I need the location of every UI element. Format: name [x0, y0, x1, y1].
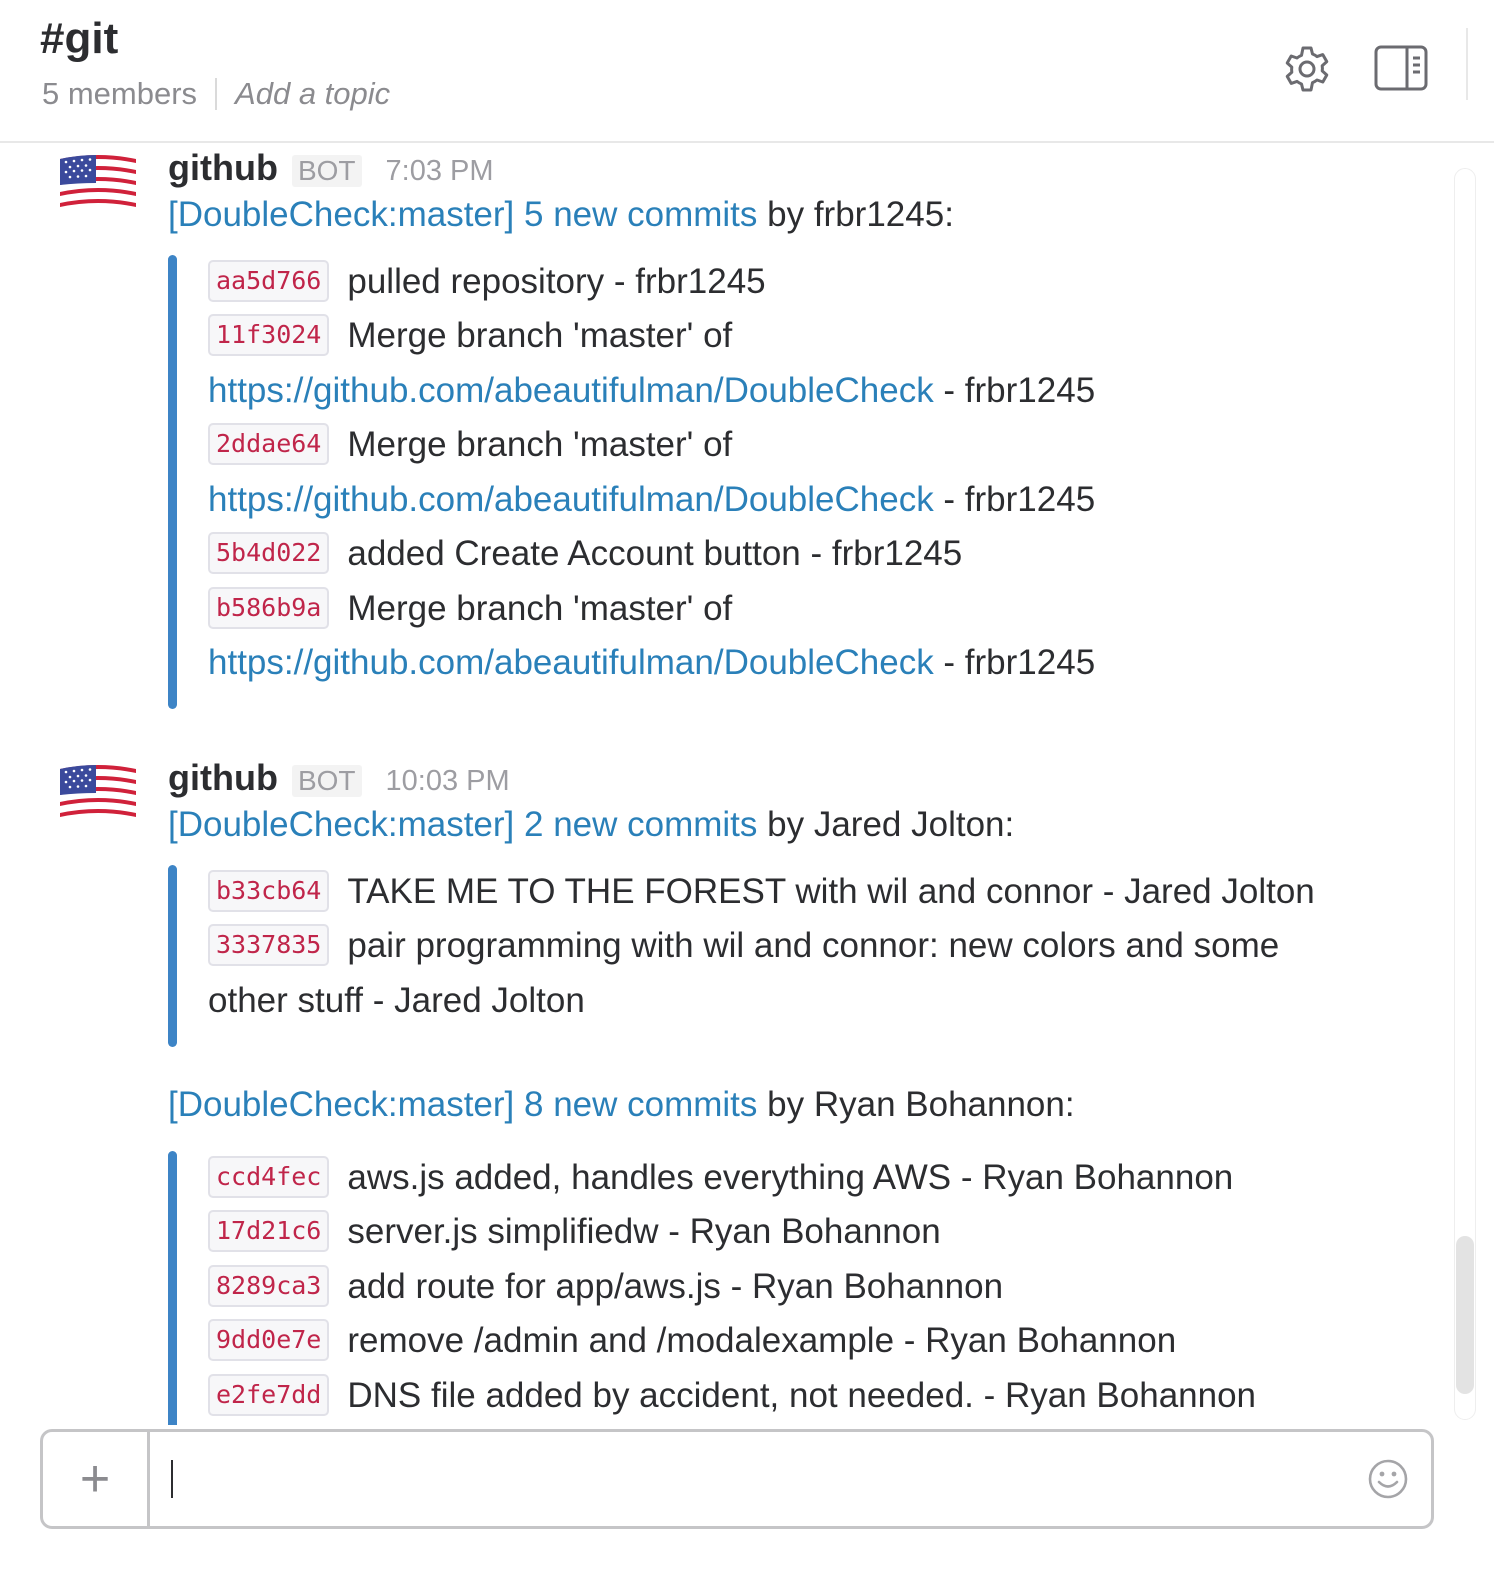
channel-meta: 5 members Add a topic	[42, 76, 390, 112]
commit-message: TAKE ME TO THE FOREST with wil and conno…	[347, 872, 1315, 911]
add-topic-link[interactable]: Add a topic	[235, 76, 390, 112]
commit-sha[interactable]: ccd4fec	[208, 1155, 330, 1198]
new-commits-link[interactable]: 8 new commits	[524, 1085, 757, 1124]
repo-url-link[interactable]: https://github.com/abeautifulman/DoubleC…	[208, 643, 934, 682]
commit-sha[interactable]: 9dd0e7e	[208, 1318, 330, 1361]
us-flag-icon[interactable]	[56, 153, 140, 213]
sender-name[interactable]: github	[168, 757, 278, 799]
commit-summary: [DoubleCheck:master] 8 new commits by Ry…	[168, 1085, 1075, 1125]
commit-message: DNS file added by accident, not needed. …	[347, 1376, 1257, 1415]
commit-message: added Create Account button - frbr1245	[347, 534, 963, 573]
commit-line: e2fe7dd DNS file added by accident, not n…	[208, 1369, 1256, 1423]
commit-author: - frbr1245	[933, 371, 1096, 410]
commit-line: ccd4fec aws.js added, handles everything …	[208, 1151, 1233, 1205]
commit-sha[interactable]: b33cb64	[208, 869, 330, 912]
attachment-bar	[168, 865, 177, 1047]
member-count[interactable]: 5 members	[42, 76, 197, 112]
commit-line: 11f3024 Merge branch 'master' of	[208, 309, 732, 363]
message-header: github BOT 7:03 PM	[168, 147, 494, 189]
repo-link[interactable]: [DoubleCheck:master]	[168, 805, 514, 844]
repo-url-link[interactable]: https://github.com/abeautifulman/DoubleC…	[208, 371, 934, 410]
gear-icon[interactable]	[1282, 44, 1332, 94]
commit-line: https://github.com/abeautifulman/DoubleC…	[208, 473, 1095, 527]
commit-sha[interactable]: 5b4d022	[208, 531, 330, 574]
new-commits-link[interactable]: 2 new commits	[524, 805, 757, 844]
header-divider	[1466, 28, 1468, 100]
commit-line: b586b9a Merge branch 'master' of	[208, 582, 732, 636]
sidebar-panel-icon[interactable]	[1374, 44, 1428, 92]
commit-message: pulled repository - frbr1245	[347, 262, 766, 301]
commit-sha[interactable]: 17d21c6	[208, 1209, 330, 1252]
commit-sha[interactable]: b586b9a	[208, 586, 330, 629]
new-commits-link[interactable]: 5 new commits	[524, 195, 757, 234]
plus-icon[interactable]: +	[43, 1432, 150, 1526]
commit-sha[interactable]: 11f3024	[208, 313, 330, 356]
commit-author: - frbr1245	[933, 480, 1096, 519]
sender-name[interactable]: github	[168, 147, 278, 189]
repo-url-link[interactable]: https://github.com/abeautifulman/DoubleC…	[208, 480, 934, 519]
commit-author: by Ryan Bohannon:	[767, 1085, 1075, 1124]
commit-message: other stuff - Jared Jolton	[208, 981, 585, 1020]
commit-line: 5b4d022 added Create Account button - frb…	[208, 527, 962, 581]
bot-badge: BOT	[291, 155, 362, 187]
commit-sha[interactable]: e2fe7dd	[208, 1373, 330, 1416]
commit-message: Merge branch 'master' of	[347, 425, 733, 464]
commit-message: server.js simplifiedw - Ryan Bohannon	[347, 1212, 941, 1251]
commit-line: b33cb64 TAKE ME TO THE FOREST with wil an…	[208, 865, 1315, 919]
commit-sha[interactable]: 2ddae64	[208, 422, 330, 465]
commit-message: remove /admin and /modalexample - Ryan B…	[347, 1321, 1177, 1360]
message-composer: +	[40, 1429, 1434, 1529]
commit-author: - frbr1245	[933, 643, 1096, 682]
commit-line: 9dd0e7e remove /admin and /modalexample -…	[208, 1314, 1176, 1368]
commit-message: add route for app/aws.js - Ryan Bohannon	[347, 1267, 1004, 1306]
commit-message: aws.js added, handles everything AWS - R…	[347, 1158, 1234, 1197]
scrollbar-thumb[interactable]	[1456, 1236, 1474, 1394]
commit-line: https://github.com/abeautifulman/DoubleC…	[208, 364, 1095, 418]
commit-message: Merge branch 'master' of	[347, 316, 733, 355]
commit-line: https://github.com/abeautifulman/DoubleC…	[208, 636, 1095, 690]
commit-sha[interactable]: aa5d766	[208, 259, 330, 302]
commit-line: 2ddae64 Merge branch 'master' of	[208, 418, 732, 472]
commit-sha[interactable]: 8289ca3	[208, 1264, 330, 1307]
meta-divider	[215, 78, 218, 110]
us-flag-icon[interactable]	[56, 763, 140, 823]
commit-message: pair programming with wil and connor: ne…	[347, 926, 1280, 965]
repo-link[interactable]: [DoubleCheck:master]	[168, 195, 514, 234]
commit-line: 8289ca3 add route for app/aws.js - Ryan B…	[208, 1260, 1003, 1314]
commit-attachment: aa5d766 pulled repository - frbr1245 11f3…	[168, 255, 1428, 709]
commit-sha[interactable]: 3337835	[208, 923, 330, 966]
commit-attachment: b33cb64 TAKE ME TO THE FOREST with wil an…	[168, 865, 1428, 1047]
attachment-bar	[168, 255, 177, 709]
repo-link[interactable]: [DoubleCheck:master]	[168, 1085, 514, 1124]
commit-attachment: ccd4fec aws.js added, handles everything …	[168, 1151, 1428, 1425]
scrollbar-track[interactable]	[1454, 168, 1476, 1420]
channel-name[interactable]: #git	[40, 14, 118, 64]
bot-badge: BOT	[291, 765, 362, 797]
commit-message: Merge branch 'master' of	[347, 589, 733, 628]
message-input[interactable]	[153, 1438, 1337, 1522]
commit-author: by frbr1245:	[767, 195, 954, 234]
commit-line: 3337835 pair programming with wil and con…	[208, 919, 1279, 973]
timestamp[interactable]: 10:03 PM	[386, 765, 510, 798]
commit-summary: [DoubleCheck:master] 2 new commits by Ja…	[168, 805, 1014, 845]
attachment-bar	[168, 1151, 177, 1425]
commit-line: other stuff - Jared Jolton	[208, 974, 585, 1028]
commit-author: by Jared Jolton:	[767, 805, 1015, 844]
commit-line: aa5d766 pulled repository - frbr1245	[208, 255, 766, 309]
message-header: github BOT 10:03 PM	[168, 757, 510, 799]
channel-header: #git 5 members Add a topic	[0, 0, 1494, 143]
smiley-icon[interactable]	[1367, 1458, 1409, 1500]
text-cursor	[171, 1460, 173, 1498]
commit-line: 17d21c6 server.js simplifiedw - Ryan Boha…	[208, 1205, 941, 1259]
message-pane[interactable]: github BOT 7:03 PM [DoubleCheck:master] …	[0, 145, 1494, 1425]
timestamp[interactable]: 7:03 PM	[386, 155, 494, 188]
commit-summary: [DoubleCheck:master] 5 new commits by fr…	[168, 195, 954, 235]
